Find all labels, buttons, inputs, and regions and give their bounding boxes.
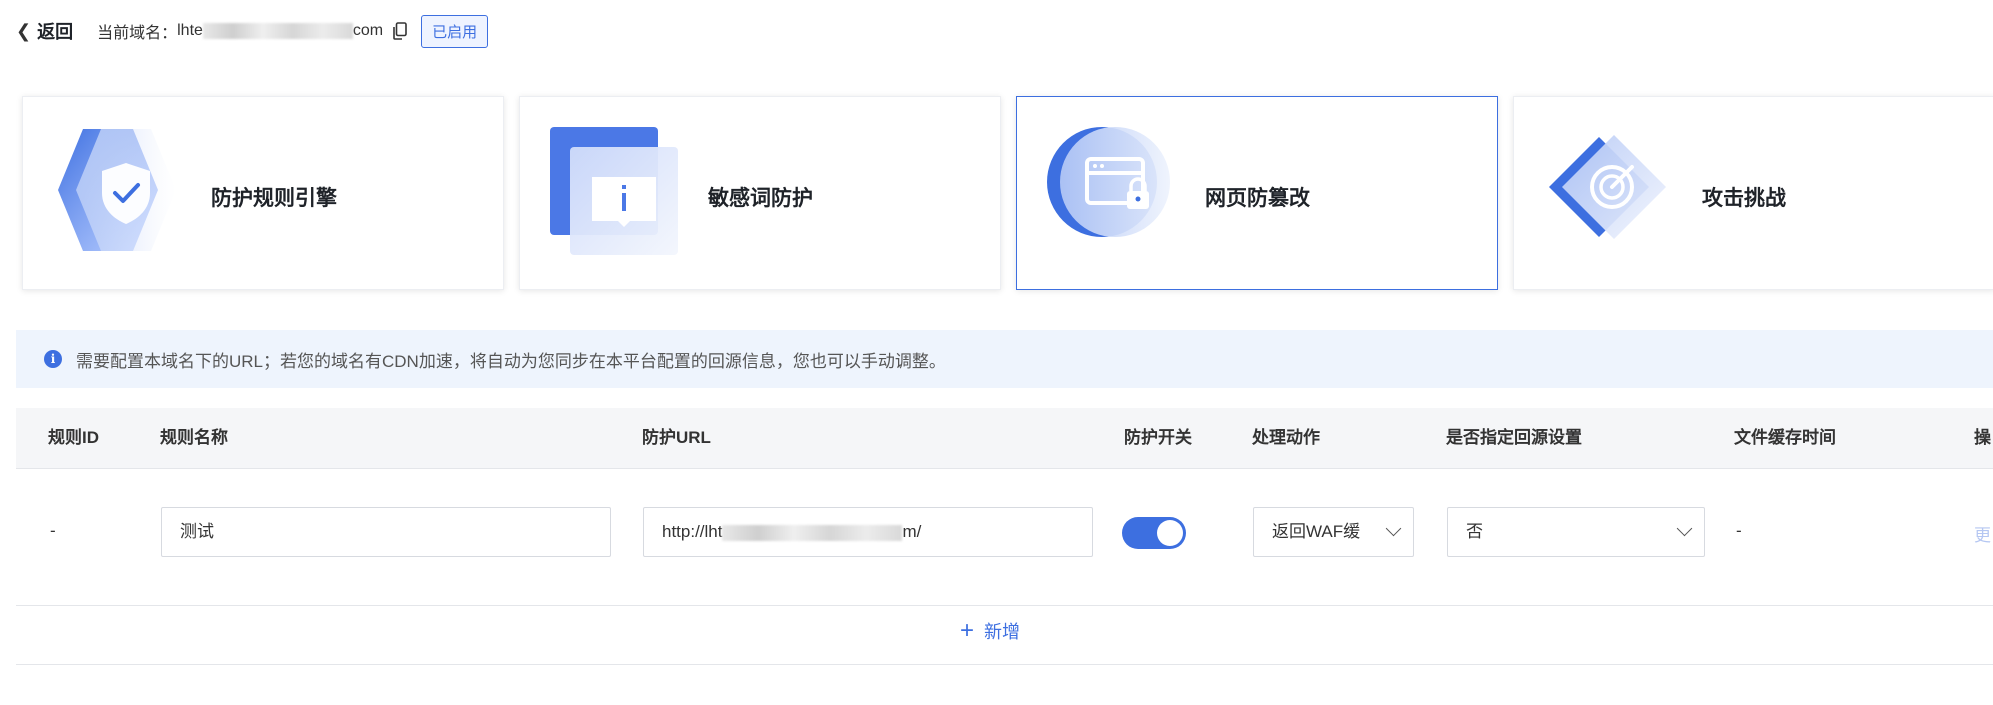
col-rule-name: 规则名称 (160, 428, 228, 447)
add-label: 新增 (984, 622, 1021, 642)
back-label: 返回 (37, 22, 74, 42)
card-title: 防护规则引擎 (211, 187, 337, 210)
col-cache-time: 文件缓存时间 (1734, 428, 1836, 447)
divider (16, 664, 1993, 665)
domain-name: lhte com (177, 22, 383, 40)
protect-url-input[interactable]: http://lht m/ (643, 507, 1093, 557)
card-title: 网页防篡改 (1205, 187, 1310, 210)
info-banner: i 需要配置本域名下的URL；若您的域名有CDN加速，将自动为您同步在本平台配置… (16, 330, 1993, 388)
info-icon: i (44, 350, 62, 368)
origin-value: 否 (1466, 522, 1483, 541)
table-row: - 测试 http://lht m/ 返回WAF缓 否 - 更 (16, 469, 1993, 606)
top-bar: ❮ 返回 当前域名： lhte com 已启用 (16, 14, 489, 48)
col-action: 处理动作 (1252, 428, 1320, 447)
protect-switch-toggle[interactable] (1122, 517, 1186, 549)
col-operation: 操 (1974, 428, 1991, 447)
action-value: 返回WAF缓 (1272, 522, 1361, 541)
domain-prefix: 当前域名： (97, 25, 178, 42)
domain-start: lhte (177, 22, 203, 39)
domain-end: com (352, 22, 384, 39)
table-header: 规则ID 规则名称 防护URL 防护开关 处理动作 是否指定回源设置 文件缓存时… (16, 408, 1993, 469)
shield-check-icon (53, 127, 183, 257)
chevron-left-icon: ❮ (16, 21, 32, 41)
origin-setting-select[interactable]: 否 (1447, 507, 1705, 557)
chevron-down-icon (1385, 520, 1402, 537)
back-button[interactable]: ❮ 返回 (16, 18, 73, 44)
rule-name-input[interactable]: 测试 (161, 507, 611, 557)
action-select[interactable]: 返回WAF缓 (1253, 507, 1414, 557)
rule-id: - (50, 521, 56, 540)
col-rule-id: 规则ID (48, 428, 99, 447)
redacted-blur (722, 524, 903, 541)
url-end: m/ (902, 522, 922, 541)
col-protect-switch: 防护开关 (1124, 428, 1192, 447)
card-protection-rule-engine[interactable]: 防护规则引擎 (22, 96, 504, 290)
col-protect-url: 防护URL (642, 428, 711, 447)
operation-link[interactable]: 更 (1974, 521, 1991, 546)
col-origin-setting: 是否指定回源设置 (1446, 428, 1582, 447)
status-badge: 已启用 (421, 14, 489, 48)
add-rule-button[interactable]: + 新增 (960, 618, 1020, 644)
browser-lock-icon (1047, 127, 1177, 257)
toggle-knob (1157, 520, 1183, 546)
copy-icon[interactable] (393, 22, 407, 40)
info-message-icon (550, 127, 680, 257)
redacted-blur (202, 22, 353, 39)
chevron-down-icon (1676, 520, 1693, 537)
cache-time: - (1736, 521, 1742, 540)
card-title: 攻击挑战 (1702, 187, 1786, 210)
url-start: http://lht (662, 522, 723, 541)
card-web-tamper-protection[interactable]: 网页防篡改 (1016, 96, 1498, 290)
info-text: 需要配置本域名下的URL；若您的域名有CDN加速，将自动为您同步在本平台配置的回… (76, 351, 946, 371)
plus-icon: + (960, 617, 975, 644)
card-attack-challenge[interactable]: 攻击挑战 (1513, 96, 1993, 290)
card-sensitive-word[interactable]: 敏感词防护 (519, 96, 1001, 290)
feature-cards: 防护规则引擎 敏感词防护 网页防篡改 攻击挑战 (22, 96, 1993, 292)
target-icon (1544, 127, 1674, 257)
card-title: 敏感词防护 (708, 187, 813, 210)
